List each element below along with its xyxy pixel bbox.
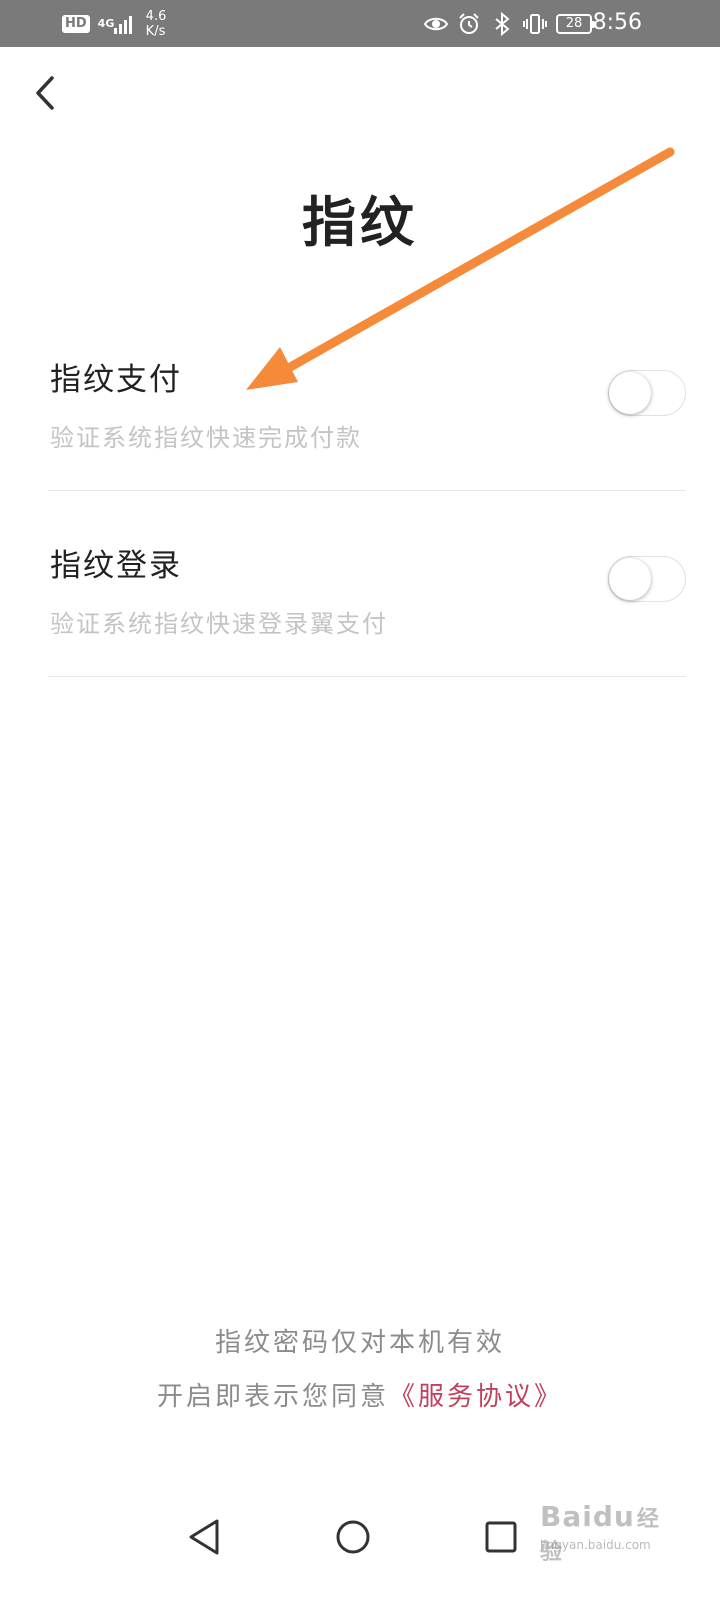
setting-title: 指纹支付 <box>50 362 182 398</box>
fingerprint-login-toggle[interactable] <box>608 556 686 602</box>
nav-back-icon[interactable] <box>175 1507 235 1567</box>
signal-icon <box>113 14 132 34</box>
battery-indicator: 28 <box>556 13 595 34</box>
app-screen: HD 4G 4.6 K/s 28 8:56 指纹 指纹支付 验证系统指纹快速完成… <box>0 0 720 1600</box>
net-speed-unit: K/s <box>145 23 166 39</box>
agreement-line: 开启即表示您同意《服务协议》 <box>0 1376 720 1413</box>
watermark-brand-a: Bai <box>540 1500 593 1533</box>
alarm-icon <box>459 12 479 34</box>
setting-description: 验证系统指纹快速登录翼支付 <box>50 610 388 638</box>
agreement-prefix: 开启即表示您同意 <box>156 1382 389 1412</box>
vibrate-icon <box>523 13 547 34</box>
baidu-watermark: Baidu经验 jingyan.baidu.com <box>540 1490 680 1565</box>
fingerprint-note: 指纹密码仅对本机有效 <box>214 1328 505 1358</box>
page-title: 指纹 <box>302 190 418 254</box>
nav-recent-icon[interactable] <box>472 1507 532 1567</box>
watermark-url: jingyan.baidu.com <box>540 1538 651 1552</box>
fingerprint-pay-toggle[interactable] <box>608 370 686 416</box>
setting-row-fingerprint-pay: 指纹支付 验证系统指纹快速完成付款 <box>48 340 686 491</box>
service-agreement-link[interactable]: 《服务协议》 <box>389 1382 563 1412</box>
setting-title: 指纹登录 <box>50 548 182 584</box>
setting-description: 验证系统指纹快速完成付款 <box>50 424 362 452</box>
toggle-knob <box>609 558 651 600</box>
setting-row-fingerprint-login: 指纹登录 验证系统指纹快速登录翼支付 <box>48 526 686 677</box>
status-right: 28 <box>424 0 595 47</box>
net-speed: 4.6 K/s <box>146 9 167 39</box>
watermark-brand: Baidu经验 <box>540 1500 680 1566</box>
bluetooth-icon <box>495 11 510 36</box>
nav-home-icon[interactable] <box>330 1507 390 1567</box>
watermark-brand-b: du <box>592 1500 635 1533</box>
hd-badge: HD <box>62 14 90 33</box>
toggle-knob <box>609 372 651 414</box>
eye-icon <box>424 17 448 30</box>
net-speed-value: 4.6 <box>145 8 167 24</box>
network-type: 4G <box>97 17 115 30</box>
chevron-left-icon[interactable] <box>26 70 66 116</box>
status-bar: HD 4G 4.6 K/s 28 8:56 <box>0 0 720 47</box>
status-left: HD 4G 4.6 K/s <box>62 0 166 47</box>
status-time: 8:56 <box>592 10 642 35</box>
